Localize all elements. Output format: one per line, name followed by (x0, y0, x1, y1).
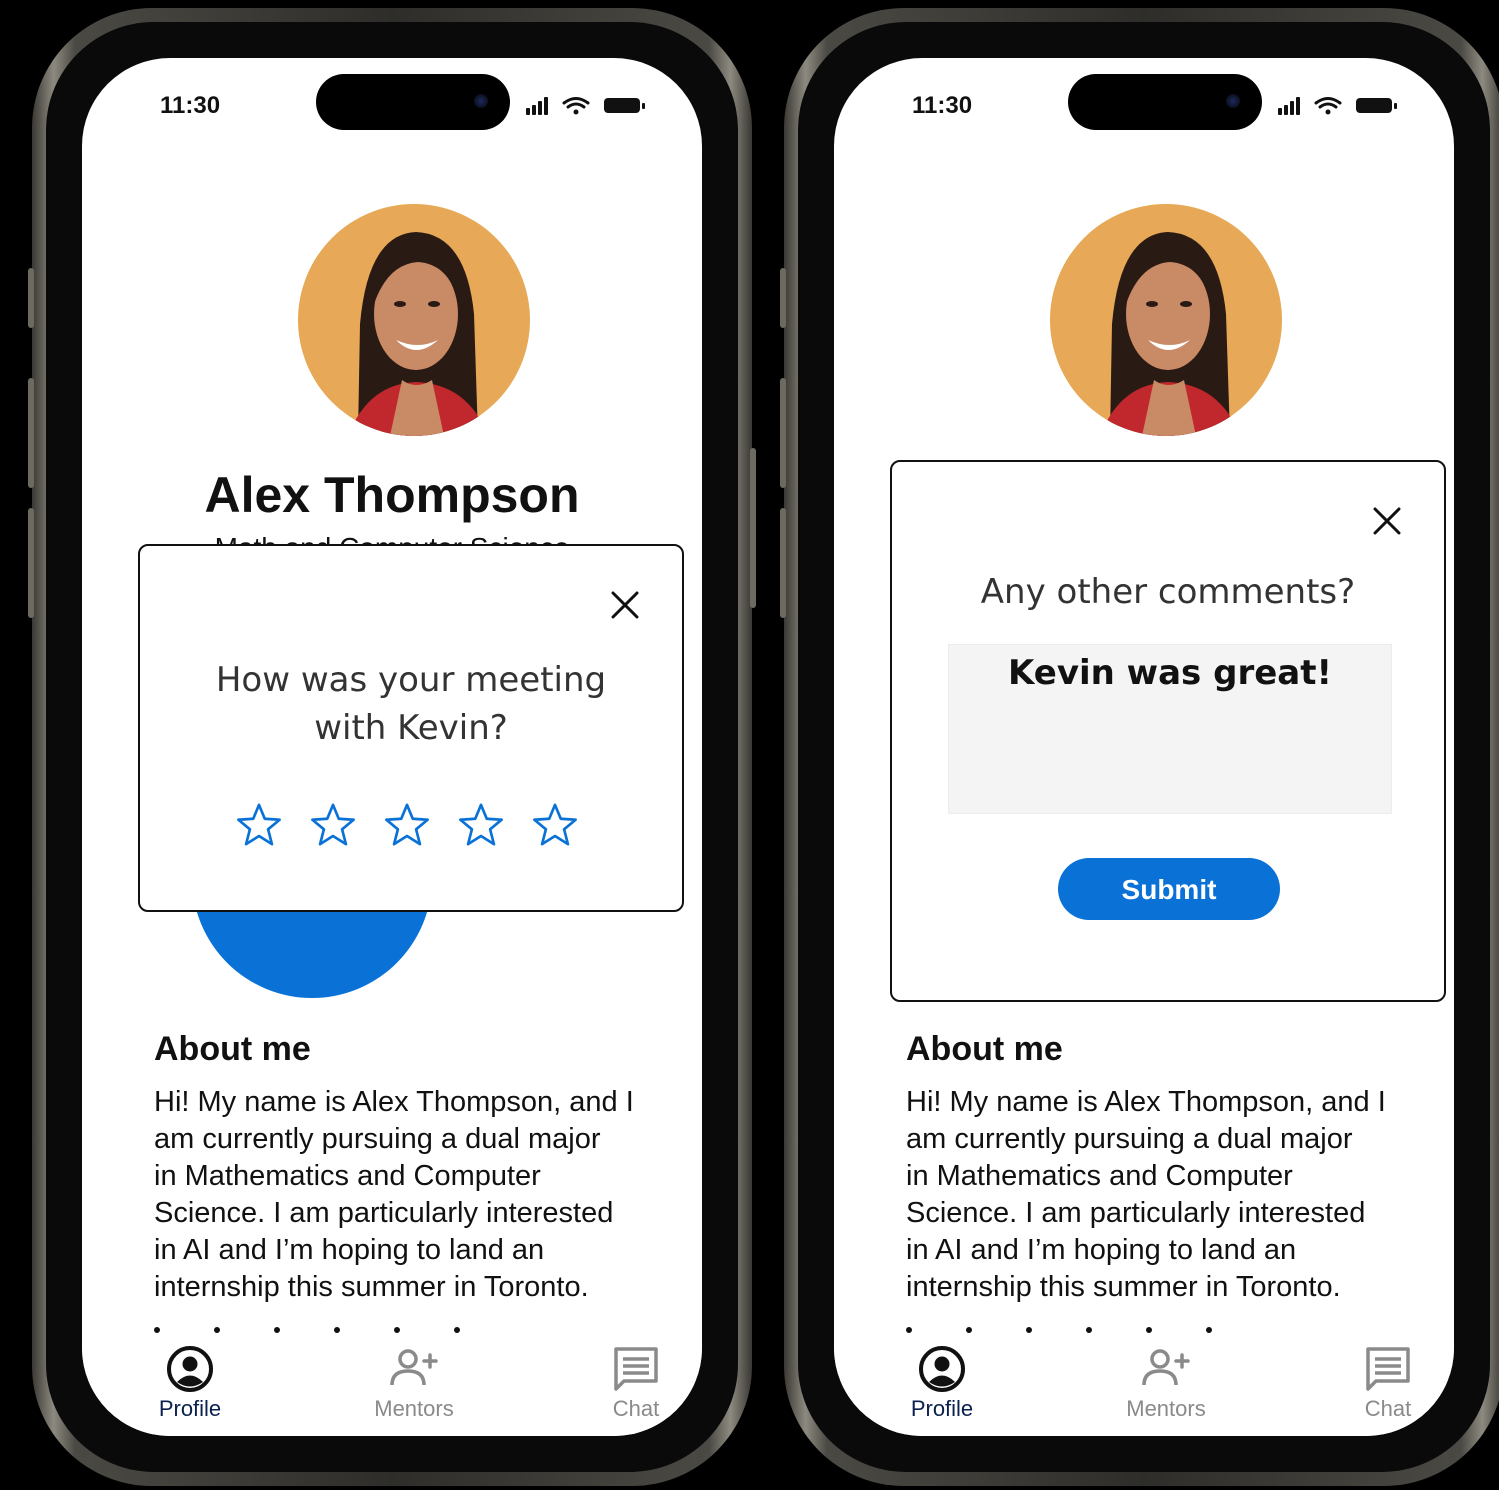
tab-mentors[interactable]: Mentors (1096, 1344, 1236, 1422)
star-icon[interactable] (310, 802, 356, 848)
status-icons (1278, 97, 1397, 115)
wifi-icon (1314, 97, 1342, 109)
about-line: in Mathematics and Computer (906, 1160, 1293, 1192)
dynamic-island (1068, 74, 1262, 130)
star-icon[interactable] (384, 802, 430, 848)
tab-mentors[interactable]: Mentors (344, 1344, 484, 1422)
comments-modal: Any other comments? Kevin was great! Sub… (890, 460, 1446, 1002)
battery-icon (604, 98, 645, 113)
about-line: Hi! My name is Alex Thompson, and I (906, 1086, 1386, 1118)
tab-bar: Profile Mentors Chat (834, 1338, 1454, 1436)
tab-label: Chat (1364, 1396, 1412, 1421)
avatar (1050, 204, 1282, 436)
profile-name: Alex Thompson (204, 467, 580, 523)
silent-switch (28, 268, 34, 328)
volume-up-button (28, 378, 34, 488)
tab-profile[interactable]: Profile (872, 1344, 1012, 1422)
about-truncated-text (906, 1320, 1326, 1334)
add-user-icon (1142, 1349, 1190, 1386)
camera-icon (1226, 94, 1240, 108)
about-body: Hi! My name is Alex Thompson, and I am c… (906, 1084, 1454, 1306)
screen: 11:30 (834, 58, 1454, 1436)
screen: 11:30 (82, 58, 702, 1436)
rating-question-line-2: with Kevin? (314, 708, 508, 748)
about-line: am currently pursuing a dual major (154, 1123, 601, 1155)
about-line: internship this summer in Toronto. (154, 1271, 589, 1303)
volume-up-button (780, 378, 786, 488)
tab-label: Mentors (1126, 1396, 1206, 1421)
about-line: Science. I am particularly interested (154, 1197, 614, 1229)
star-icon[interactable] (236, 802, 282, 848)
tab-label: Profile (158, 1396, 222, 1421)
about-line: Hi! My name is Alex Thompson, and I (154, 1086, 634, 1118)
signal-icon (526, 97, 548, 115)
about-line: in Mathematics and Computer (154, 1160, 541, 1192)
about-truncated-text (154, 1320, 574, 1334)
rating-question: How was your meeting with Kevin? (140, 656, 682, 752)
silent-switch (780, 268, 786, 328)
star-icon[interactable] (458, 802, 504, 848)
about-line: internship this summer in Toronto. (906, 1271, 1341, 1303)
close-icon[interactable] (1372, 506, 1402, 536)
avatar (298, 204, 530, 436)
volume-down-button (28, 508, 34, 618)
volume-down-button (780, 508, 786, 618)
about-body: Hi! My name is Alex Thompson, and I am c… (154, 1084, 702, 1306)
tab-chat[interactable]: Chat (566, 1344, 702, 1422)
status-icons (526, 97, 645, 115)
profile-icon (919, 1346, 965, 1392)
add-user-icon (390, 1349, 438, 1386)
status-time: 11:30 (912, 92, 973, 119)
about-line: in AI and I’m hoping to land an (906, 1234, 1297, 1266)
chat-icon (1366, 1347, 1410, 1391)
submit-button[interactable]: Submit (1058, 858, 1280, 920)
comments-question: Any other comments? (980, 572, 1356, 612)
dynamic-island (316, 74, 510, 130)
star-rating[interactable] (236, 802, 578, 848)
profile-icon (167, 1346, 213, 1392)
tab-profile[interactable]: Profile (120, 1344, 260, 1422)
close-icon[interactable] (610, 590, 640, 620)
bezel: 11:30 (46, 22, 738, 1472)
about-line: Science. I am particularly interested (906, 1197, 1366, 1229)
battery-icon (1356, 98, 1397, 113)
about-title: About me (906, 1030, 1063, 1068)
tab-label: Profile (910, 1396, 974, 1421)
tab-label: Chat (612, 1396, 660, 1421)
comment-textarea[interactable]: Kevin was great! (948, 644, 1392, 814)
phone-right: 11:30 Any other comments? Kevin was grea… (780, 8, 1499, 1486)
rating-question-line-1: How was your meeting (215, 660, 607, 700)
chat-icon (614, 1347, 658, 1391)
star-icon[interactable] (532, 802, 578, 848)
bezel: 11:30 (798, 22, 1490, 1472)
tab-label: Mentors (374, 1396, 454, 1421)
status-time: 11:30 (160, 92, 221, 119)
camera-icon (474, 94, 488, 108)
tab-chat[interactable]: Chat (1318, 1344, 1454, 1422)
power-button (750, 448, 756, 608)
rating-modal: How was your meeting with Kevin? (138, 544, 684, 912)
about-line: in AI and I’m hoping to land an (154, 1234, 545, 1266)
tab-bar: Profile Mentors Chat (82, 1338, 702, 1436)
about-line: am currently pursuing a dual major (906, 1123, 1353, 1155)
phone-left: 11:30 Alex Thompson How was your meeting… (28, 8, 756, 1486)
about-title: About me (154, 1030, 311, 1068)
signal-icon (1278, 97, 1300, 115)
wifi-icon (562, 97, 590, 109)
